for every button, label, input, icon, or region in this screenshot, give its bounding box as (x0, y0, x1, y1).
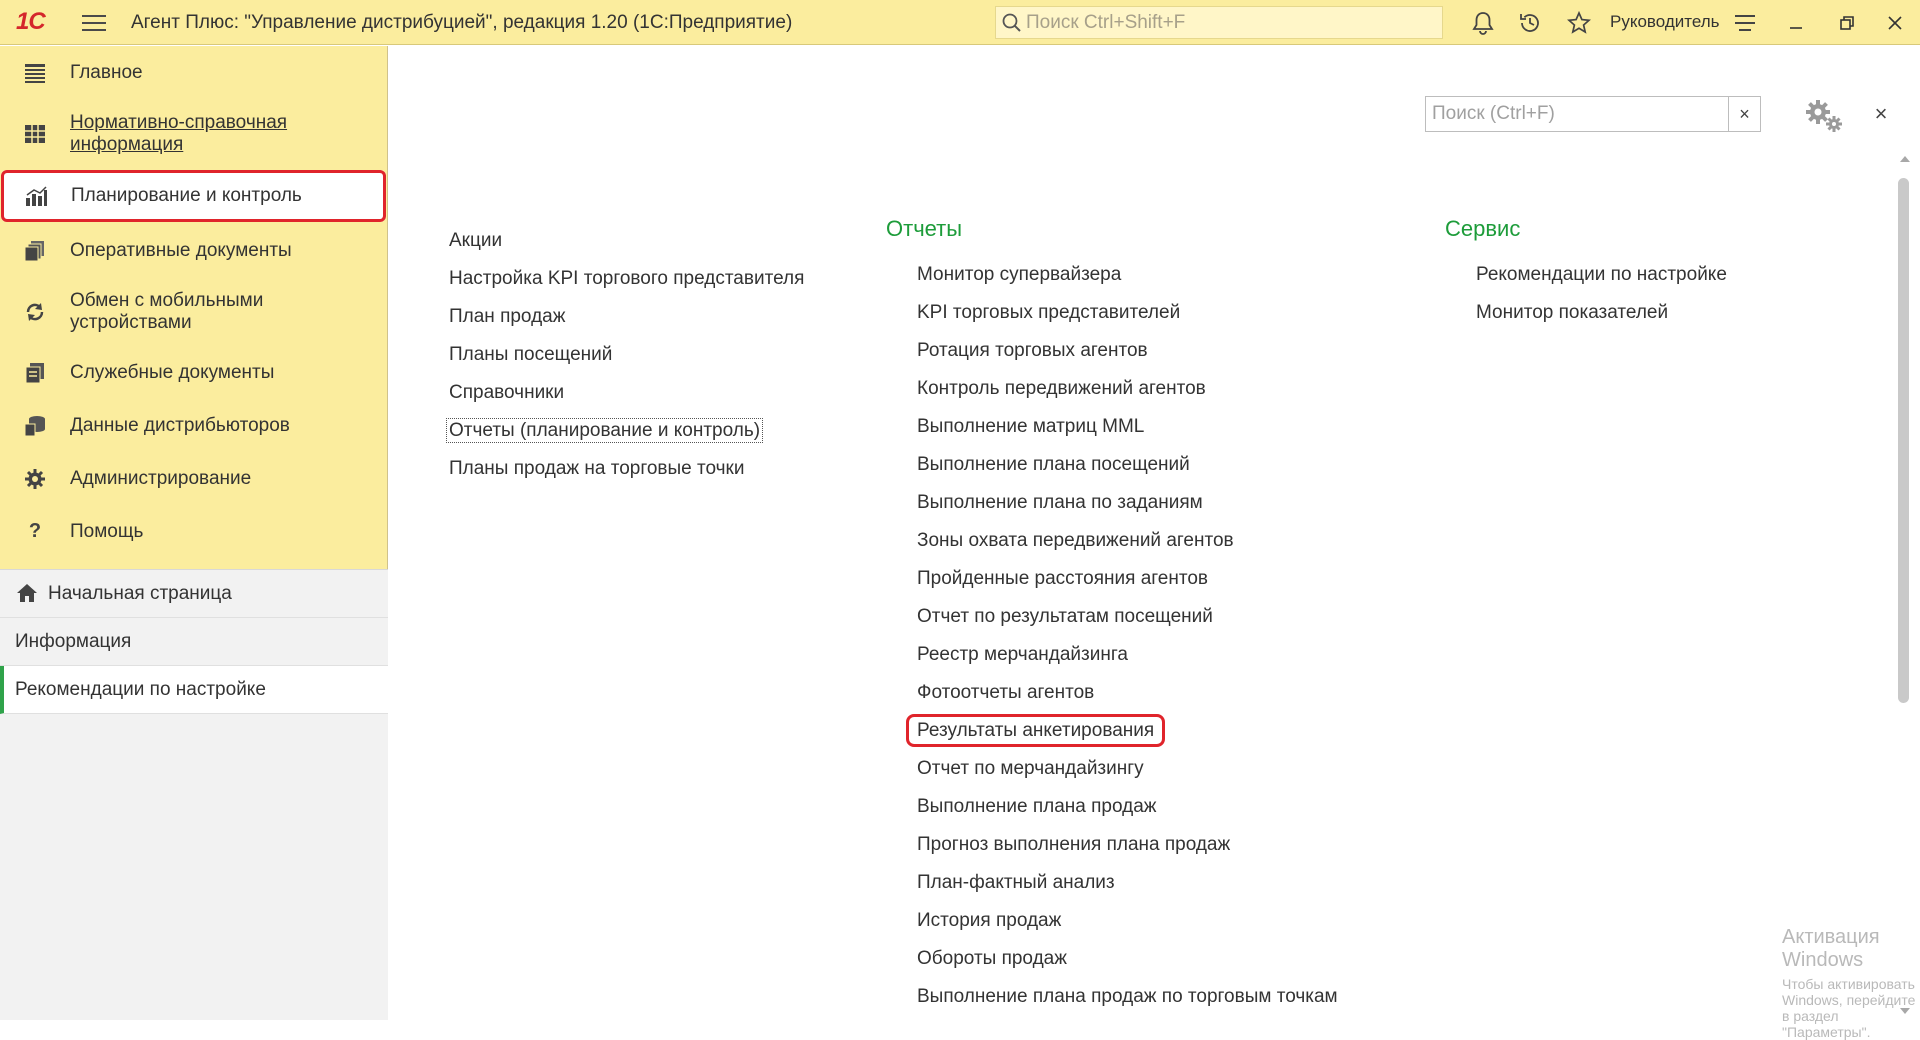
report-item[interactable]: Контроль передвижений агентов (917, 370, 1338, 408)
app-logo: 1С (16, 8, 46, 35)
report-item[interactable]: Пройденные расстояния агентов (917, 560, 1338, 598)
section-administration[interactable]: Администрирование (0, 452, 387, 505)
report-item[interactable]: Монитор супервайзера (917, 256, 1338, 294)
service-column: Сервис Рекомендации по настройке Монитор… (1445, 216, 1727, 332)
service-group-title: Сервис (1445, 216, 1521, 241)
sync-icon (22, 299, 48, 325)
report-item[interactable]: План-фактный анализ (917, 864, 1338, 902)
bell-icon[interactable] (1470, 10, 1496, 36)
report-item[interactable]: Выполнение плана продаж по торговым точк… (917, 978, 1338, 1016)
section-label: Нормативно-справочная информация (70, 111, 288, 155)
command-visit-plans[interactable]: Планы посещений (449, 336, 804, 374)
section-help[interactable]: ? Помощь (0, 505, 387, 558)
report-item[interactable]: Выполнение плана продаж (917, 788, 1338, 826)
command-planning-reports[interactable]: Отчеты (планирование и контроль) (445, 412, 804, 450)
nav-label: Рекомендации по настройке (15, 678, 266, 700)
report-item[interactable]: История продаж (917, 902, 1338, 940)
windows-activation-watermark: Активация Windows Чтобы активировать Win… (1782, 926, 1916, 1040)
nav-label: Информация (15, 630, 132, 652)
table-icon (22, 121, 48, 147)
section-label: Обмен с мобильными устройствами (70, 289, 264, 333)
section-label: Данные дистрибьюторов (70, 414, 290, 436)
global-search-field[interactable] (995, 6, 1443, 39)
command-catalogs[interactable]: Справочники (449, 374, 804, 412)
command-kpi-setup[interactable]: Настройка KPI торгового представителя (449, 260, 804, 298)
question-icon: ? (28, 520, 42, 542)
scroll-up-arrow[interactable] (1900, 156, 1910, 162)
command-promotions[interactable]: Акции (449, 222, 804, 260)
reports-group-title: Отчеты (886, 216, 963, 241)
report-item[interactable]: Обороты продаж (917, 940, 1338, 978)
report-item[interactable]: Фотоотчеты агентов (917, 674, 1338, 712)
close-section-button[interactable]: × (1869, 102, 1893, 126)
search-icon (1002, 13, 1021, 32)
commands-column: Акции Настройка KPI торгового представит… (445, 222, 804, 488)
report-item[interactable]: Отчет по мерчандайзингу (917, 750, 1338, 788)
open-windows-panel: Начальная страница Информация Рекомендац… (0, 569, 388, 1020)
history-icon[interactable] (1517, 10, 1543, 36)
command-sales-plan[interactable]: План продаж (449, 298, 804, 336)
settings-lines-icon[interactable] (1732, 10, 1758, 36)
vertical-scrollbar[interactable] (1897, 156, 1911, 1016)
database-icon (22, 413, 48, 439)
nav-information[interactable]: Информация (0, 618, 388, 666)
report-item[interactable]: Ротация торговых агентов (917, 332, 1338, 370)
documents-icon (22, 238, 48, 264)
reports-column: Отчеты Монитор супервайзера KPI торговых… (886, 216, 1338, 1016)
section-mobile-exchange[interactable]: Обмен с мобильными устройствами (0, 277, 387, 346)
scrollbar-thumb[interactable] (1898, 178, 1909, 703)
clear-search-button[interactable]: × (1728, 97, 1760, 131)
report-item[interactable]: Прогноз выполнения плана продаж (917, 826, 1338, 864)
section-label: Главное (70, 61, 143, 83)
service-docs-icon (22, 360, 48, 386)
nav-label: Начальная страница (48, 582, 232, 604)
section-label: Помощь (70, 520, 144, 542)
section-reference-info[interactable]: Нормативно-справочная информация (0, 99, 387, 168)
report-survey-results[interactable]: Результаты анкетирования (906, 712, 1338, 750)
section-service-docs[interactable]: Служебные документы (0, 346, 387, 399)
home-icon (16, 583, 38, 609)
close-icon[interactable] (1882, 10, 1908, 36)
restore-icon[interactable] (1834, 10, 1860, 36)
section-distributor-data[interactable]: Данные дистрибьюторов (0, 399, 387, 452)
section-planning-control[interactable]: Планирование и контроль (1, 170, 386, 222)
report-item[interactable]: Реестр мерчандайзинга (917, 636, 1338, 674)
global-search-input[interactable] (1026, 11, 1426, 34)
settings-gear-icon[interactable] (1802, 96, 1846, 134)
section-label: Администрирование (70, 467, 252, 489)
nav-home-page[interactable]: Начальная страница (0, 570, 388, 618)
window-title: Агент Плюс: "Управление дистрибуцией", р… (131, 12, 793, 33)
section-operational-docs[interactable]: Оперативные документы (0, 224, 387, 277)
menu-icon[interactable] (82, 12, 106, 32)
sections-panel: Главное Нормативно-справочная информация… (0, 46, 388, 1020)
title-bar: 1С Агент Плюс: "Управление дистрибуцией"… (0, 0, 1920, 45)
command-outlet-sales-plans[interactable]: Планы продаж на торговые точки (449, 450, 804, 488)
report-item[interactable]: KPI торговых представителей (917, 294, 1338, 332)
report-item[interactable]: Отчет по результатам посещений (917, 598, 1338, 636)
report-item[interactable]: Выполнение плана по заданиям (917, 484, 1338, 522)
section-label: Планирование и контроль (71, 185, 302, 206)
gear-icon (22, 466, 48, 492)
report-item[interactable]: Выполнение матриц MML (917, 408, 1338, 446)
star-icon[interactable] (1566, 10, 1592, 36)
list-icon (22, 60, 48, 86)
service-setup-recommendations[interactable]: Рекомендации по настройке (1476, 256, 1727, 294)
user-name[interactable]: Руководитель (1610, 12, 1720, 32)
minimize-icon[interactable] (1783, 10, 1809, 36)
section-label: Оперативные документы (70, 239, 292, 261)
section-label: Служебные документы (70, 361, 275, 383)
bar-chart-icon (23, 183, 49, 209)
nav-setup-recommendations[interactable]: Рекомендации по настройке (0, 666, 388, 714)
section-search-input[interactable] (1426, 97, 1728, 131)
service-metrics-monitor[interactable]: Монитор показателей (1476, 294, 1727, 332)
section-main[interactable]: Главное (0, 46, 387, 99)
report-item[interactable]: Выполнение плана посещений (917, 446, 1338, 484)
report-item[interactable]: Зоны охвата передвижений агентов (917, 522, 1338, 560)
section-content: × × Акции Настройка KPI торгового предст… (389, 46, 1920, 1040)
section-search-field[interactable]: × (1425, 96, 1761, 132)
